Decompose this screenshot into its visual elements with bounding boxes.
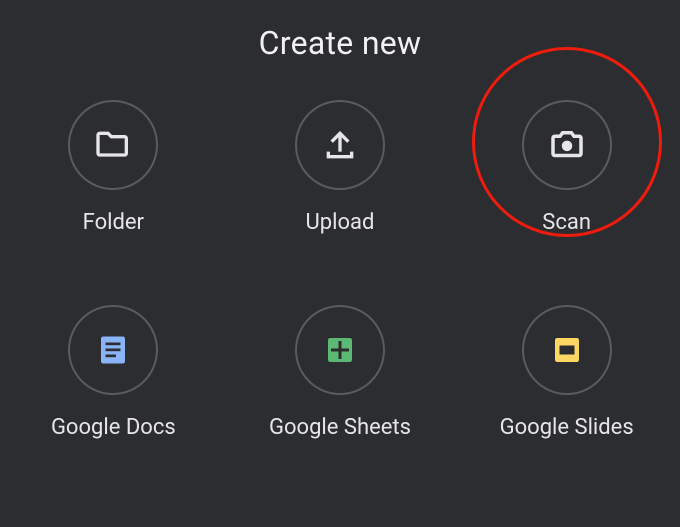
sheets-option[interactable]: Google Sheets xyxy=(269,305,411,440)
sheets-icon-circle xyxy=(295,305,385,395)
sheets-icon xyxy=(322,332,358,368)
slides-icon xyxy=(549,332,585,368)
scan-icon-circle xyxy=(522,100,612,190)
upload-icon-circle xyxy=(295,100,385,190)
create-new-menu: Create new Folder xyxy=(0,0,680,527)
docs-option[interactable]: Google Docs xyxy=(51,305,176,440)
sheets-label: Google Sheets xyxy=(269,415,411,440)
folder-option[interactable]: Folder xyxy=(68,100,158,235)
options-grid: Folder Upload xyxy=(0,100,680,440)
docs-label: Google Docs xyxy=(51,415,176,440)
camera-icon xyxy=(546,124,588,166)
slides-label: Google Slides xyxy=(500,415,634,440)
upload-label: Upload xyxy=(306,210,375,235)
upload-icon xyxy=(320,125,360,165)
docs-icon xyxy=(95,332,131,368)
upload-option[interactable]: Upload xyxy=(295,100,385,235)
folder-icon-circle xyxy=(68,100,158,190)
slides-icon-circle xyxy=(522,305,612,395)
slides-option[interactable]: Google Slides xyxy=(500,305,634,440)
scan-label: Scan xyxy=(542,210,591,235)
menu-title: Create new xyxy=(0,0,680,62)
folder-label: Folder xyxy=(83,210,144,235)
folder-icon xyxy=(93,125,133,165)
docs-icon-circle xyxy=(68,305,158,395)
scan-option[interactable]: Scan xyxy=(522,100,612,235)
